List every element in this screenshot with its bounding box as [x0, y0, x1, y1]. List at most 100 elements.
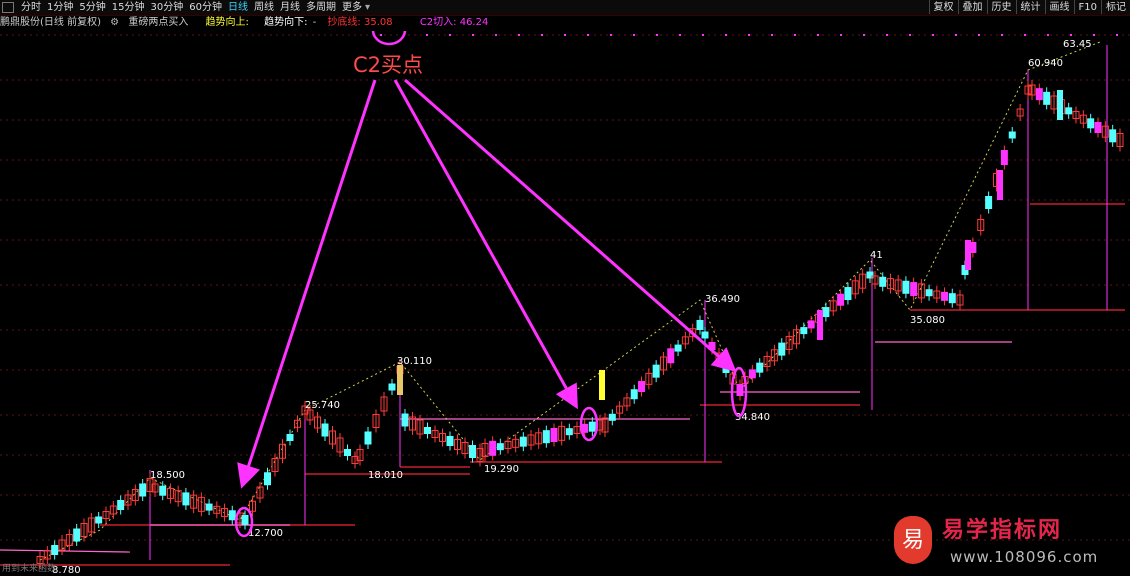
toolbar-button-7[interactable]: 标记 [1101, 0, 1130, 14]
tab-3[interactable]: 5分钟 [76, 0, 108, 15]
tab-7[interactable]: 日线 [225, 0, 251, 15]
top-marker [472, 34, 474, 36]
price-label: 12.700 [248, 528, 283, 539]
indicator-name[interactable]: 重磅两点买入 [128, 17, 188, 28]
candle-body [1035, 88, 1043, 101]
candle-body [910, 282, 918, 297]
candle-body [844, 287, 852, 301]
candle-body [241, 515, 249, 525]
candle-body [1087, 118, 1095, 129]
candle-body [879, 276, 887, 287]
top-marker [771, 34, 773, 36]
bottom-line-value: 抄底线: 35.08 [327, 17, 393, 28]
candle-body [902, 280, 910, 294]
price-label: 18.500 [150, 470, 185, 481]
toolbar-button-6[interactable]: F10 [1073, 0, 1101, 14]
candle-body [925, 289, 933, 297]
top-marker [817, 34, 819, 36]
tab-11[interactable]: 更多 [339, 0, 365, 15]
candle-body [344, 449, 351, 456]
price-label: 19.290 [484, 464, 519, 475]
candle-body [286, 434, 294, 441]
price-label: 60.940 [1028, 58, 1063, 69]
candle-body [73, 528, 81, 542]
layout-toggle-icon[interactable] [2, 2, 14, 13]
candle-body [550, 428, 558, 442]
top-marker [587, 34, 589, 36]
top-marker [886, 34, 888, 36]
toolbar-button-5[interactable]: 画线 [1044, 0, 1074, 14]
top-marker [1070, 34, 1072, 36]
candle-body [948, 293, 956, 304]
candle-body [652, 364, 660, 378]
price-label: 35.080 [910, 315, 945, 326]
indicator-gear-icon[interactable]: ⚙ [110, 17, 119, 28]
tab-6[interactable]: 60分钟 [186, 0, 225, 15]
price-label: 8.780 [52, 565, 81, 576]
top-marker [1093, 34, 1095, 36]
tab-9[interactable]: 月线 [277, 0, 303, 15]
candle-body [837, 293, 845, 306]
candle-body [630, 389, 638, 400]
candle-body [941, 291, 949, 301]
candle-body [748, 369, 756, 379]
candle-body [95, 516, 103, 524]
candle-body [588, 421, 596, 432]
trend-down-value: - [312, 17, 317, 28]
candle-body [778, 342, 786, 356]
price-label: 63.45 [1063, 39, 1092, 50]
kline-chart[interactable]: 8.780 18.500 12.700 25.740 30.110 18.010 19.29… [0, 31, 1130, 576]
candle-body [446, 436, 454, 446]
candle-body [1008, 131, 1016, 139]
toolbar-button-3[interactable]: 历史 [986, 0, 1016, 14]
watermark-url: www.108096.com [950, 548, 1099, 566]
price-label: 30.110 [397, 356, 432, 367]
tab-10[interactable]: 多周期 [303, 0, 339, 15]
candle-body [496, 443, 504, 451]
candle-body [800, 327, 808, 335]
top-marker [794, 34, 796, 36]
indicator-info-bar: 鹏鼎股份(日线 前复权) ⚙ 重磅两点买入 趋势向上: 趋势向下: - 抄底线:… [0, 15, 1130, 30]
tab-2[interactable]: 1分钟 [44, 0, 76, 15]
toolbar-button-4[interactable]: 统计 [1015, 0, 1045, 14]
price-label: 34.840 [735, 412, 770, 423]
tab-1[interactable]: 分时 [18, 0, 44, 15]
more-chevron-down-icon[interactable]: ▾ [365, 2, 370, 13]
watermark-title: 易学指标网 [942, 518, 1063, 543]
candle-body [228, 510, 236, 521]
c2-buy-point-label: C2买点 [353, 53, 423, 77]
tab-8[interactable]: 周线 [251, 0, 277, 15]
candle-body [667, 348, 675, 364]
tab-4[interactable]: 15分钟 [109, 0, 148, 15]
candle-body [608, 413, 616, 421]
highlight-bar [1057, 90, 1063, 120]
candle-body [159, 485, 167, 496]
toolbar-button-1[interactable]: 复权 [928, 0, 958, 14]
top-marker [564, 34, 566, 36]
candle-body [469, 445, 476, 458]
top-marker [1001, 34, 1003, 36]
trend-up-label: 趋势向上: [205, 17, 249, 28]
candle-body [985, 196, 993, 209]
highlight-bar [599, 370, 605, 400]
top-marker [656, 34, 658, 36]
highlight-bar [997, 170, 1003, 200]
candle-body [51, 545, 59, 555]
candle-body [756, 362, 764, 373]
candle-body [388, 383, 396, 391]
top-marker [909, 34, 911, 36]
candle-body [736, 384, 744, 396]
tab-5[interactable]: 30分钟 [147, 0, 186, 15]
candle-body [519, 436, 527, 447]
top-marker [518, 34, 520, 36]
top-marker [840, 34, 842, 36]
top-marker [863, 34, 865, 36]
candle-body [401, 413, 409, 427]
price-label: 36.490 [705, 294, 740, 305]
candle-body [542, 430, 550, 444]
candle-body [364, 431, 372, 445]
candle-body [1109, 129, 1117, 143]
top-marker [1047, 34, 1049, 36]
toolbar-button-2[interactable]: 叠加 [957, 0, 987, 14]
highlight-ellipse [371, 31, 407, 46]
